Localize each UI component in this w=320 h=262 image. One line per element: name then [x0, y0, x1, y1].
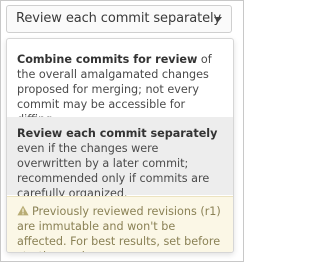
immutability-notice: Previously reviewed revisions (r1) are i…	[7, 196, 233, 252]
option-description: even if the changes were overwritten by …	[17, 142, 210, 200]
option-combine-commits[interactable]: Combine commits for review of the overal…	[7, 52, 233, 127]
dropdown-menu: Combine commits for review of the overal…	[6, 38, 234, 253]
warning-icon	[17, 205, 29, 216]
notice-text: Previously reviewed revisions (r1) are i…	[17, 205, 221, 252]
chevron-down-icon[interactable]	[214, 17, 222, 22]
option-title: Review each commit separately	[17, 127, 218, 140]
review-mode-dropdown[interactable]: Review each commit separately	[6, 5, 232, 33]
option-title: Combine commits for review	[17, 53, 198, 66]
commit-review-popup: Review each commit separately Combine co…	[0, 0, 244, 262]
dropdown-selected-value: Review each commit separately	[16, 11, 222, 26]
option-review-each-commit[interactable]: Review each commit separately even if th…	[7, 117, 233, 200]
